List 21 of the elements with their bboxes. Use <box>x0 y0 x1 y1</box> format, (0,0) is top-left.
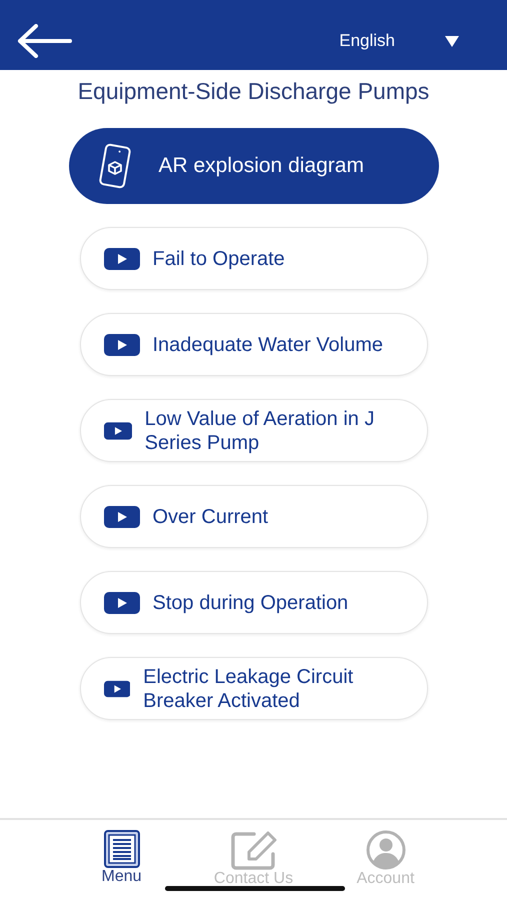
menu-list-icon <box>104 830 140 868</box>
dropdown-caret-icon[interactable] <box>445 36 459 46</box>
play-icon <box>104 506 140 528</box>
tab-item[interactable]: Menu <box>66 830 176 888</box>
video-topic-button[interactable]: Over Current <box>80 485 428 548</box>
edit-pencil-icon <box>230 830 278 870</box>
back-arrow-icon <box>16 24 72 58</box>
page-title: Equipment-Side Discharge Pumps <box>78 78 430 105</box>
phone-cube-icon <box>96 143 132 189</box>
play-icon <box>104 334 140 356</box>
video-topic-button[interactable]: Electric Leakage Circuit Breaker Activated <box>80 657 428 720</box>
play-icon <box>104 420 132 442</box>
video-topic-button[interactable]: Fail to Operate <box>80 227 428 290</box>
ar-diagram-button[interactable]: AR explosion diagram <box>68 128 438 204</box>
play-icon <box>104 248 140 270</box>
video-topic-button[interactable]: Stop during Operation <box>80 571 428 634</box>
back-button[interactable] <box>16 24 72 58</box>
play-icon <box>104 592 140 614</box>
video-topic-button[interactable]: Inadequate Water Volume <box>80 313 428 376</box>
video-topic-button[interactable]: Low Value of Aeration in J Series Pump <box>80 399 428 462</box>
language-selector[interactable]: English <box>339 31 395 51</box>
